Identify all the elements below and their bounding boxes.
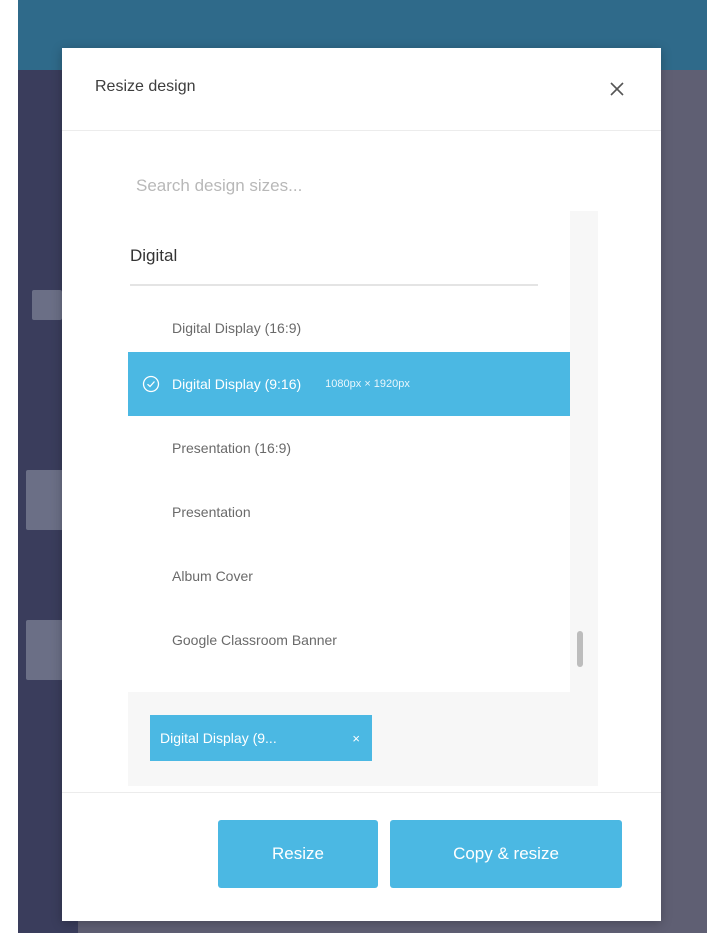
list-item-label: Digital Display (9:16)	[172, 376, 302, 392]
list-item-label: Album Cover	[172, 568, 253, 584]
background-shape	[32, 290, 62, 320]
copy-and-resize-button[interactable]: Copy & resize	[390, 820, 622, 888]
list-item-google-classroom-banner[interactable]: Google Classroom Banner	[128, 608, 573, 672]
background-shape	[26, 470, 64, 530]
list-item-presentation-16-9[interactable]: Presentation (16:9)	[128, 416, 573, 480]
list-item-digital-display-16-9[interactable]: Digital Display (16:9)	[128, 296, 573, 360]
list-item-dimensions: 1080px × 1920px	[325, 378, 410, 390]
list-item-album-cover[interactable]: Album Cover	[128, 544, 573, 608]
close-icon	[610, 82, 624, 96]
chip-label: Digital Display (9...	[160, 730, 277, 746]
list-item-label: Google Classroom Banner	[172, 632, 337, 648]
dialog-title: Resize design	[95, 78, 196, 95]
background-shape	[26, 620, 64, 680]
list-item-presentation[interactable]: Presentation	[128, 480, 573, 544]
resize-design-dialog: Resize design Digital Digital Display (1…	[62, 48, 661, 921]
search-input[interactable]	[128, 166, 584, 206]
list-item-label: Presentation	[172, 504, 251, 520]
header-divider	[62, 130, 661, 131]
check-circle-icon	[142, 375, 160, 393]
close-button[interactable]	[602, 74, 632, 104]
list-scrollbar-track[interactable]	[570, 211, 598, 692]
selected-size-chip: Digital Display (9... ×	[150, 715, 372, 761]
chip-remove-button[interactable]: ×	[352, 715, 360, 761]
list-item-label: Digital Display (16:9)	[172, 320, 302, 336]
design-size-list[interactable]: Digital Digital Display (16:9) Digital D…	[128, 211, 597, 692]
category-heading: Digital	[130, 246, 178, 265]
list-item-label: Presentation (16:9)	[172, 440, 292, 456]
footer-divider	[62, 792, 661, 793]
selected-sizes-area: Digital Display (9... ×	[128, 692, 598, 786]
list-scrollbar-thumb[interactable]	[577, 631, 583, 667]
list-item-digital-display-9-16[interactable]: Digital Display (9:16) 1080px × 1920px	[128, 352, 573, 416]
resize-button[interactable]: Resize	[218, 820, 378, 888]
category-divider	[130, 284, 538, 286]
